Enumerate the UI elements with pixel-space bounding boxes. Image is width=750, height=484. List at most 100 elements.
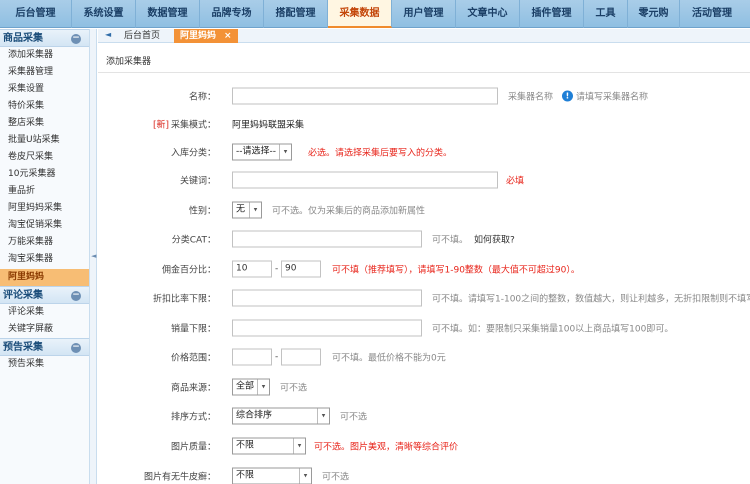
- image-leather-select[interactable]: 不限 ▾: [232, 467, 312, 484]
- nav-tab-articles[interactable]: 文章中心: [456, 0, 520, 28]
- sidebar-item-collector-manage[interactable]: 采集器管理: [0, 64, 89, 81]
- main-content: 添加采集器 名称： 采集器名称 ! 请填写采集器名称 [新] 采集模式： 阿里妈妈…: [98, 44, 750, 484]
- form-row-sales: 销量下限： 可不填。如：要限制只采集销量100以上商品填写100即可。: [98, 314, 750, 342]
- field-label: 入库分类：: [170, 148, 216, 159]
- nav-tab-tools[interactable]: 工具: [584, 0, 628, 28]
- sidebar-item-tape-measure[interactable]: 卷皮尺采集: [0, 149, 89, 166]
- collapse-icon[interactable]: −: [71, 291, 81, 301]
- sidebar-item-discount[interactable]: 重品折: [0, 183, 89, 200]
- sidebar-item-comment-collect[interactable]: 评论采集: [0, 304, 89, 321]
- sidebar-item-keyword-block[interactable]: 关键字屏蔽: [0, 321, 89, 338]
- price-min-input[interactable]: [232, 348, 272, 366]
- sidebar-item-whole-shop[interactable]: 整店采集: [0, 115, 89, 132]
- how-to-get-link[interactable]: 如何获取?: [474, 233, 515, 246]
- field-label: 图片有无牛皮癣：: [143, 472, 216, 483]
- form-row-gender: 性别： 无 ▾ 可不选。仅为采集后的商品添加新属性: [98, 196, 750, 224]
- form-row-image-quality: 图片质量： 不限 ▾ 可不选。图片美观，清晰等综合评价: [98, 432, 750, 460]
- sidebar-splitter[interactable]: ◄: [90, 29, 97, 484]
- tab-scroll-left-icon[interactable]: ◄: [105, 30, 111, 39]
- top-nav: 后台管理 系统设置 数据管理 品牌专场 搭配管理 采集数据 用户管理 文章中心 …: [0, 0, 750, 28]
- info-icon: !: [562, 90, 573, 102]
- sidebar-section-title: 商品采集: [3, 33, 43, 44]
- chevron-down-icon: ▾: [317, 408, 329, 424]
- form-row-mode: [新] 采集模式： 阿里妈妈联盟采集: [98, 110, 750, 138]
- chevron-down-icon: ▾: [257, 379, 269, 395]
- field-label: 商品来源：: [170, 383, 216, 394]
- nav-tab-match[interactable]: 搭配管理: [264, 0, 328, 28]
- collapse-icon[interactable]: −: [71, 34, 81, 44]
- commission-min-input[interactable]: 10: [232, 260, 272, 278]
- nav-tab-activities[interactable]: 活动管理: [680, 0, 744, 28]
- chevron-down-icon: ▾: [299, 468, 311, 484]
- form-row-discount: 折扣比率下限： 可不填。请填写1-100之间的整数，数值越大，则让利越多，无折扣…: [98, 284, 750, 312]
- select-value: 综合排序: [236, 410, 273, 421]
- field-label: 性别：: [188, 206, 216, 217]
- select-value: 不限: [236, 440, 255, 451]
- field-label: 关键词：: [179, 176, 216, 187]
- sidebar-item-batch-u-site[interactable]: 批量U站采集: [0, 132, 89, 149]
- nav-tab-system-settings[interactable]: 系统设置: [72, 0, 136, 28]
- tab-home[interactable]: 后台首页: [118, 29, 166, 43]
- category-select[interactable]: --请选择-- ▾: [232, 143, 292, 161]
- source-select[interactable]: 全部 ▾: [232, 378, 270, 396]
- sidebar-item-alimama-collect[interactable]: 阿里妈妈采集: [0, 200, 89, 217]
- hint-text: 可不填。请填写1-100之间的整数，数值越大，则让利越多，无折扣限制则不填写。: [432, 294, 750, 305]
- hint-text: 请填写采集器名称: [576, 92, 649, 103]
- field-label: 图片质量：: [170, 442, 216, 453]
- select-value: --请选择--: [236, 146, 276, 157]
- form-row-source: 商品来源： 全部 ▾ 可不选: [98, 373, 750, 401]
- sidebar-item-taobao-promo[interactable]: 淘宝促销采集: [0, 217, 89, 234]
- cat-input[interactable]: [232, 230, 422, 248]
- keyword-input[interactable]: [232, 171, 498, 189]
- select-value: 全部: [236, 381, 255, 392]
- hint-text: 可不选: [340, 412, 368, 423]
- nav-tab-brand[interactable]: 品牌专场: [200, 0, 264, 28]
- hint-text: 采集器名称: [508, 92, 554, 103]
- sidebar-item-alimama[interactable]: 阿里妈妈: [0, 269, 89, 286]
- nav-tab-plugins[interactable]: 插件管理: [520, 0, 584, 28]
- commission-max-input[interactable]: 90: [281, 260, 321, 278]
- divider: [98, 72, 750, 73]
- sidebar: 商品采集 − 添加采集器 采集器管理 采集设置 特价采集 整店采集 批量U站采集…: [0, 29, 90, 484]
- nav-tab-admin[interactable]: 后台管理: [0, 0, 72, 28]
- field-label: 排序方式：: [170, 412, 216, 423]
- sidebar-item-10-yuan[interactable]: 10元采集器: [0, 166, 89, 183]
- form-row-commission: 佣金百分比： 10 - 90 可不填（推荐填写），请填写1-90整数（最大值不可…: [98, 255, 750, 283]
- sidebar-section-goods-collect[interactable]: 商品采集 −: [0, 29, 89, 47]
- name-input[interactable]: [232, 87, 498, 105]
- hint-text: 必选。请选择采集后要写入的分类。: [308, 148, 453, 159]
- nav-tab-zero-buy[interactable]: 零元购: [628, 0, 680, 28]
- gender-select[interactable]: 无 ▾: [232, 201, 262, 219]
- field-label: 价格范围：: [170, 353, 216, 364]
- sales-input[interactable]: [232, 319, 422, 337]
- select-value: 无: [236, 204, 246, 215]
- nav-tab-users[interactable]: 用户管理: [392, 0, 456, 28]
- hint-text: 可不选: [322, 472, 350, 483]
- hint-text: 可不选。图片美观，清晰等综合评价: [314, 442, 459, 453]
- sort-select[interactable]: 综合排序 ▾: [232, 407, 330, 425]
- sidebar-item-add-collector[interactable]: 添加采集器: [0, 47, 89, 64]
- collapse-icon[interactable]: −: [71, 343, 81, 353]
- close-icon[interactable]: ×: [224, 31, 232, 41]
- sidebar-item-special-price[interactable]: 特价采集: [0, 98, 89, 115]
- field-label: 名称：: [188, 92, 216, 103]
- price-max-input[interactable]: [281, 348, 321, 366]
- image-quality-select[interactable]: 不限 ▾: [232, 437, 306, 455]
- field-label: 销量下限：: [170, 324, 216, 335]
- nav-tab-data-management[interactable]: 数据管理: [136, 0, 200, 28]
- form-row-sort: 排序方式： 综合排序 ▾ 可不选: [98, 402, 750, 430]
- collapse-arrow-icon[interactable]: ◄: [91, 252, 96, 260]
- sidebar-item-collect-settings[interactable]: 采集设置: [0, 81, 89, 98]
- sidebar-item-universal[interactable]: 万能采集器: [0, 234, 89, 251]
- tab-alimama[interactable]: 阿里妈妈 ×: [174, 29, 238, 43]
- mode-value: 阿里妈妈联盟采集: [232, 120, 305, 131]
- sidebar-item-preview-collect[interactable]: 预告采集: [0, 356, 89, 373]
- field-label: 折扣比率下限：: [152, 294, 216, 305]
- sidebar-item-taobao-collector[interactable]: 淘宝采集器: [0, 251, 89, 268]
- sidebar-section-comment-collect[interactable]: 评论采集 −: [0, 286, 89, 304]
- sidebar-section-preview-collect[interactable]: 预告采集 −: [0, 338, 89, 356]
- discount-input[interactable]: [232, 289, 422, 307]
- nav-tab-collect-data[interactable]: 采集数据: [328, 0, 392, 28]
- page-title: 添加采集器: [106, 57, 152, 67]
- form-row-name: 名称： 采集器名称 ! 请填写采集器名称: [98, 82, 750, 110]
